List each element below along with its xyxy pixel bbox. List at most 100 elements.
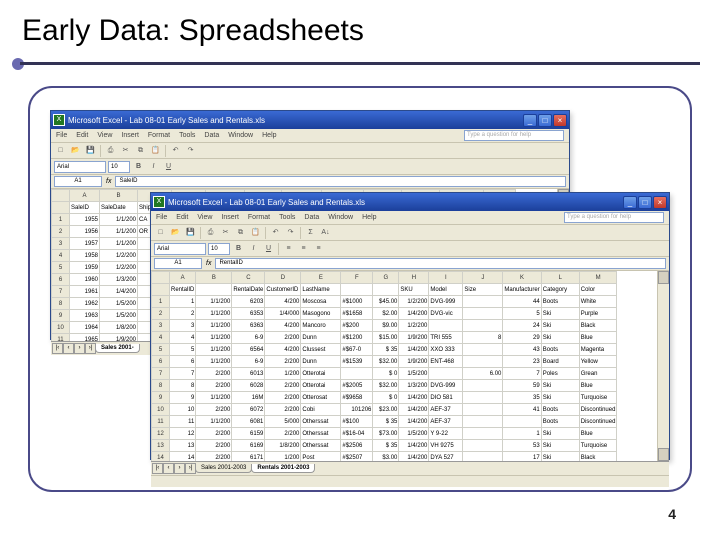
cell[interactable]: 2/200	[196, 428, 232, 440]
menu-data[interactable]: Data	[204, 132, 219, 139]
row-header[interactable]: 1	[52, 214, 70, 226]
cell[interactable]: 1/1/200	[196, 356, 232, 368]
cell[interactable]: 6081	[232, 416, 265, 428]
cell[interactable]: 1/1/200	[196, 416, 232, 428]
tab-nav-prev[interactable]: ‹	[63, 343, 74, 354]
cell[interactable]: 1/1/200	[100, 238, 138, 250]
cell[interactable]: #$200	[341, 320, 373, 332]
cell[interactable]: 1/4/200	[399, 416, 429, 428]
cell[interactable]: Grean	[579, 368, 617, 380]
titlebar[interactable]: X Microsoft Excel - Lab 08-01 Early Sale…	[151, 193, 669, 211]
cell[interactable]: 2	[170, 308, 196, 320]
cell[interactable]: $45.00	[373, 296, 399, 308]
cell[interactable]: 1962	[70, 298, 100, 310]
italic-icon[interactable]: I	[247, 242, 260, 255]
cell[interactable]: White	[579, 296, 617, 308]
cell[interactable]: 1/4/200	[100, 286, 138, 298]
cell[interactable]: 1/2/200	[100, 250, 138, 262]
menu-insert[interactable]: Insert	[121, 132, 139, 139]
fx-icon[interactable]: fx	[106, 178, 111, 185]
save-icon[interactable]: 💾	[184, 226, 197, 239]
col-header[interactable]: A	[170, 272, 196, 284]
cell[interactable]: Turquoise	[579, 392, 617, 404]
cell[interactable]: $32.00	[373, 380, 399, 392]
sheet-tab[interactable]: Sales 2001-	[95, 344, 140, 353]
close-button[interactable]: ×	[653, 196, 667, 209]
menu-file[interactable]: File	[156, 214, 167, 221]
cell[interactable]: Purple	[579, 308, 617, 320]
col-header[interactable]: A	[70, 190, 100, 202]
cell[interactable]: AEF-37	[429, 404, 463, 416]
cell[interactable]: 7	[503, 368, 541, 380]
cell[interactable]: 3	[170, 320, 196, 332]
row-header[interactable]: 11	[52, 334, 70, 342]
cell[interactable]: 6171	[232, 452, 265, 462]
cell[interactable]: 1/5/200	[100, 310, 138, 322]
new-icon[interactable]: □	[154, 226, 167, 239]
cell[interactable]: Black	[579, 452, 617, 462]
cell[interactable]	[463, 428, 503, 440]
cut-icon[interactable]: ✂	[119, 144, 132, 157]
cell[interactable]: $ 0	[373, 368, 399, 380]
cell[interactable]: Otherssat	[301, 428, 341, 440]
underline-icon[interactable]: U	[162, 160, 175, 173]
cell[interactable]: 23	[503, 356, 541, 368]
cell[interactable]: #$1658	[341, 308, 373, 320]
cell[interactable]: 1	[170, 296, 196, 308]
col-header[interactable]: G	[373, 272, 399, 284]
cell[interactable]: 2/200	[265, 404, 301, 416]
row-header[interactable]: 2	[152, 308, 170, 320]
cell[interactable]: SKU	[399, 284, 429, 296]
cell[interactable]: $73.00	[373, 428, 399, 440]
cell[interactable]: 6159	[232, 428, 265, 440]
row-header[interactable]: 5	[152, 344, 170, 356]
cell[interactable]: 16M	[232, 392, 265, 404]
cell[interactable]: 1956	[70, 226, 100, 238]
cell[interactable]: Dunn	[301, 332, 341, 344]
cell[interactable]	[373, 284, 399, 296]
cell[interactable]: 1958	[70, 250, 100, 262]
cell[interactable]: 6-9	[232, 332, 265, 344]
cell[interactable]: CustomerID	[265, 284, 301, 296]
cell[interactable]: $15.00	[373, 332, 399, 344]
cell[interactable]: 43	[503, 344, 541, 356]
cell[interactable]: 1/4/200	[399, 452, 429, 462]
cell[interactable]: RentalDate	[232, 284, 265, 296]
cell[interactable]: 1/1/200	[196, 392, 232, 404]
cell[interactable]: 1961	[70, 286, 100, 298]
cell[interactable]: 6028	[232, 380, 265, 392]
cell[interactable]: 6.00	[463, 368, 503, 380]
cell[interactable]	[341, 284, 373, 296]
cell[interactable]: 1959	[70, 262, 100, 274]
cell[interactable]: 1/3/200	[100, 274, 138, 286]
cell[interactable]: AEF-37	[429, 416, 463, 428]
cell[interactable]: DVG-vic	[429, 308, 463, 320]
cell[interactable]: XXO 333	[429, 344, 463, 356]
cell[interactable]: #$2507	[341, 452, 373, 462]
cell[interactable]: 1957	[70, 238, 100, 250]
cell[interactable]: $23.00	[373, 404, 399, 416]
menu-format[interactable]: Format	[248, 214, 270, 221]
cell[interactable]: 1/8/200	[265, 440, 301, 452]
bold-icon[interactable]: B	[232, 242, 245, 255]
cell[interactable]	[463, 344, 503, 356]
tab-nav-prev[interactable]: ‹	[163, 463, 174, 474]
cell[interactable]: Manufacturer	[503, 284, 541, 296]
new-icon[interactable]: □	[54, 144, 67, 157]
vertical-scrollbar[interactable]	[657, 271, 669, 461]
font-select[interactable]: Arial	[54, 161, 106, 173]
menu-window[interactable]: Window	[228, 132, 253, 139]
col-header[interactable]: K	[503, 272, 541, 284]
cell[interactable]: 44	[503, 296, 541, 308]
cell[interactable]: 1/4/000	[265, 308, 301, 320]
row-header[interactable]: 7	[152, 368, 170, 380]
col-header[interactable]: M	[579, 272, 617, 284]
cell[interactable]: Clussest	[301, 344, 341, 356]
cell[interactable]: 1965	[70, 334, 100, 342]
cell[interactable]	[463, 320, 503, 332]
sheet-tab[interactable]: Rentals 2001-2003	[251, 464, 315, 473]
close-button[interactable]: ×	[553, 114, 567, 127]
col-header[interactable]: L	[541, 272, 579, 284]
cell[interactable]: $2.00	[373, 308, 399, 320]
col-header[interactable]: I	[429, 272, 463, 284]
